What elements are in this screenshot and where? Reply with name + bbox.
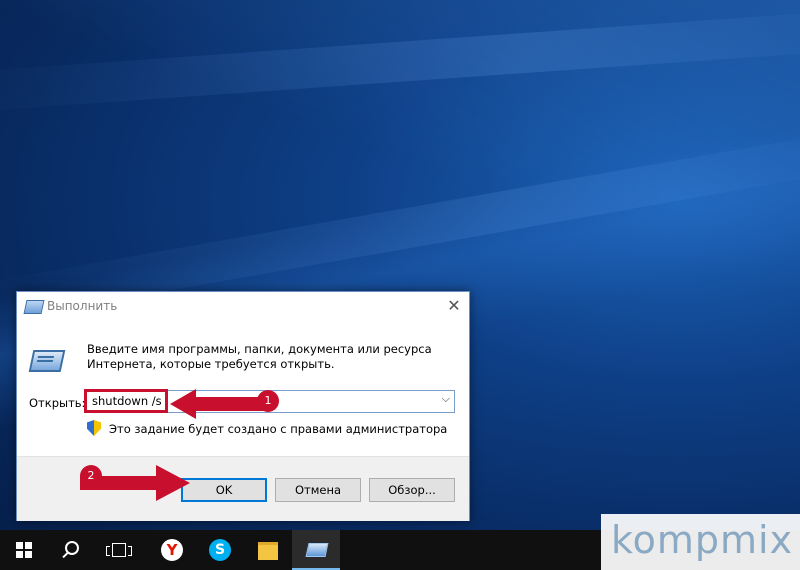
search-icon	[65, 541, 79, 555]
run-icon	[28, 350, 66, 372]
dialog-titlebar[interactable]: Выполнить ✕	[17, 292, 469, 322]
yandex-browser-icon: Y	[161, 539, 183, 561]
taskbar-run[interactable]	[292, 530, 340, 570]
step-1-badge: 1	[257, 390, 279, 412]
wallpaper-light-streak	[0, 6, 800, 114]
dialog-title: Выполнить	[47, 299, 118, 313]
command-highlight-box	[84, 389, 168, 413]
step-2-badge: 2	[80, 465, 102, 487]
open-label: Открыть:	[29, 396, 86, 410]
search-button[interactable]	[48, 530, 96, 570]
cancel-button[interactable]: Отмена	[275, 478, 361, 502]
close-button[interactable]: ✕	[439, 292, 469, 320]
ok-button[interactable]: OK	[181, 478, 267, 502]
taskbar-explorer[interactable]	[244, 530, 292, 570]
run-app-icon	[23, 300, 45, 314]
watermark-text: kompmix	[611, 518, 794, 562]
uac-shield-icon	[87, 420, 101, 436]
task-view-icon	[106, 543, 132, 557]
dialog-description: Введите имя программы, папки, документа …	[87, 342, 432, 371]
start-button[interactable]	[0, 530, 48, 570]
windows-icon	[16, 542, 32, 558]
chevron-down-icon[interactable]: ⌵	[442, 392, 450, 406]
taskbar-yandex[interactable]: Y	[148, 530, 196, 570]
watermark: kompmix	[601, 514, 800, 570]
run-icon	[305, 543, 329, 557]
task-view-button[interactable]	[96, 530, 144, 570]
admin-note: Это задание будет создано с правами адми…	[109, 422, 448, 436]
skype-icon: S	[209, 539, 231, 561]
folder-icon	[258, 542, 278, 560]
browse-button[interactable]: Обзор...	[369, 478, 455, 502]
close-icon: ✕	[447, 296, 461, 315]
taskbar-skype[interactable]: S	[196, 530, 244, 570]
